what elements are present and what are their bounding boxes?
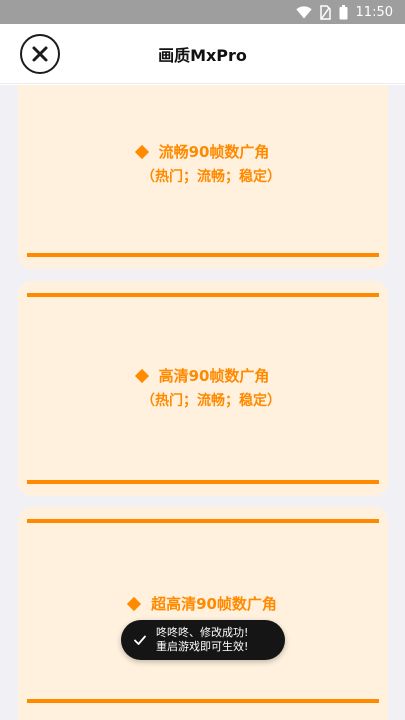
option-name: 高清90帧数广角 — [158, 367, 270, 385]
card-bottom-bar — [27, 253, 379, 257]
diamond-bullet-icon — [134, 144, 149, 160]
status-bar: 11:50 — [0, 0, 405, 24]
page-title: 画质MxPro — [158, 46, 247, 65]
toast-message: 咚咚咚、修改成功! 重启游戏即可生效! — [156, 626, 249, 653]
option-tags: （热门；流畅；稳定） — [141, 169, 281, 185]
option-name: 流畅90帧数广角 — [158, 143, 270, 161]
card-bottom-bar — [27, 699, 379, 703]
option-name: 超高清90帧数广角 — [151, 595, 277, 613]
diamond-bullet-icon — [126, 596, 142, 612]
status-time: 11:50 — [355, 4, 393, 20]
check-icon — [134, 635, 146, 645]
card-top-bar — [27, 519, 379, 523]
diamond-bullet-icon — [134, 368, 149, 384]
card-top-bar — [27, 293, 379, 297]
option-card-1[interactable]: 流畅90帧数广角 （热门；流畅；稳定） — [18, 85, 388, 269]
sim-no-signal-icon — [319, 4, 331, 20]
battery-icon — [339, 4, 348, 19]
wifi-icon — [295, 5, 312, 18]
option-tags: （热门；流畅；稳定） — [141, 393, 281, 409]
card-bottom-bar — [27, 480, 379, 484]
header: 画质MxPro — [0, 24, 405, 84]
option-text-2: 高清90帧数广角 （热门；流畅；稳定） — [18, 365, 388, 412]
option-card-3[interactable]: 超高清90帧数广角 — [18, 507, 388, 720]
option-text-3: 超高清90帧数广角 — [18, 593, 388, 615]
option-text-1: 流畅90帧数广角 （热门；流畅；稳定） — [18, 141, 388, 188]
status-icons: 11:50 — [295, 3, 393, 21]
toast: 咚咚咚、修改成功! 重启游戏即可生效! — [121, 620, 285, 660]
option-card-2[interactable]: 高清90帧数广角 （热门；流畅；稳定） — [18, 281, 388, 496]
